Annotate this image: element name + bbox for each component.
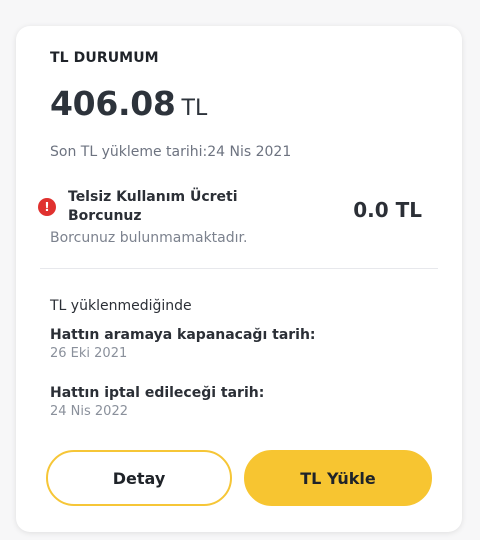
tl-load-button[interactable]: TL Yükle bbox=[244, 450, 432, 506]
tl-status-card: TL DURUMUM 406.08 TL Son TL yükleme tari… bbox=[16, 26, 462, 532]
card-title: TL DURUMUM bbox=[50, 50, 159, 66]
cancel-date: 24 Nis 2022 bbox=[50, 404, 128, 419]
call-block-info: Hattın aramaya kapanacağı tarih: 26 Eki … bbox=[50, 326, 316, 364]
cancel-info: Hattın iptal edileceği tarih: 24 Nis 202… bbox=[50, 384, 264, 422]
balance: 406.08 TL bbox=[50, 84, 207, 123]
balance-unit: TL bbox=[181, 96, 208, 121]
cancel-label: Hattın iptal edileceği tarih: bbox=[50, 385, 265, 401]
call-block-date: 26 Eki 2021 bbox=[50, 346, 128, 361]
divider bbox=[40, 268, 438, 269]
last-load-date: Son TL yükleme tarihi:24 Nis 2021 bbox=[50, 144, 292, 160]
alert-icon: ! bbox=[38, 198, 56, 216]
balance-amount: 406.08 bbox=[50, 84, 176, 123]
fee-status: Borcunuz bulunmamaktadır. bbox=[50, 230, 248, 246]
info-title: TL yüklenmediğinde bbox=[50, 298, 192, 314]
fee-label: Telsiz Kullanım Ücreti Borcunuz bbox=[68, 189, 238, 224]
fee-row: ! Telsiz Kullanım Ücreti Borcunuz 0.0 TL… bbox=[38, 186, 438, 246]
call-block-label: Hattın aramaya kapanacağı tarih: bbox=[50, 327, 316, 343]
detail-button[interactable]: Detay bbox=[46, 450, 232, 506]
fee-amount: 0.0 TL bbox=[353, 198, 422, 222]
